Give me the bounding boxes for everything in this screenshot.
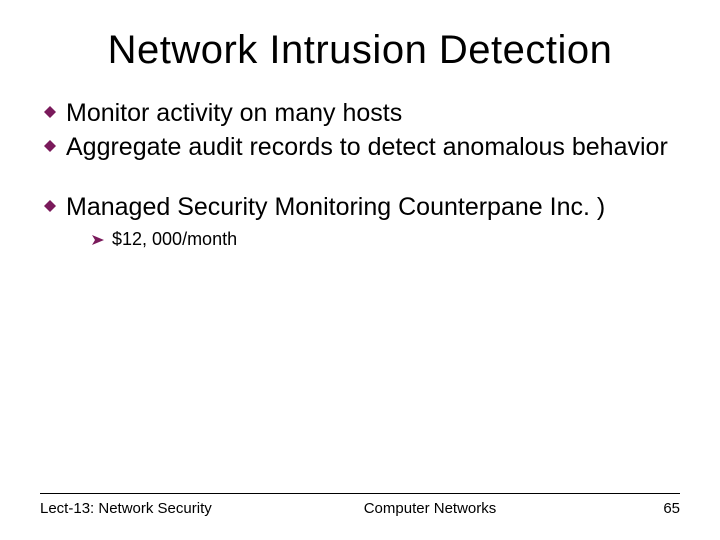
diamond-bullet-icon <box>44 131 66 152</box>
sub-bullet-item: $12, 000/month <box>44 229 680 250</box>
footer-divider <box>40 493 680 494</box>
bullet-text: Managed Security Monitoring Counterpane … <box>66 191 605 223</box>
slide-content: Monitor activity on many hosts Aggregate… <box>40 97 680 250</box>
footer-page-number: 65 <box>620 500 680 517</box>
sub-bullet-text: $12, 000/month <box>112 229 237 250</box>
bullet-item: Aggregate audit records to detect anomal… <box>44 131 680 163</box>
slide-title: Network Intrusion Detection <box>40 28 680 73</box>
footer-center: Computer Networks <box>240 500 620 517</box>
spacer <box>44 165 680 191</box>
bullet-text: Aggregate audit records to detect anomal… <box>66 131 668 163</box>
diamond-bullet-icon <box>44 191 66 212</box>
arrow-bullet-icon <box>92 229 112 246</box>
bullet-item: Managed Security Monitoring Counterpane … <box>44 191 680 223</box>
slide: Network Intrusion Detection Monitor acti… <box>0 0 720 540</box>
bullet-item: Monitor activity on many hosts <box>44 97 680 129</box>
footer-left: Lect-13: Network Security <box>40 500 240 518</box>
footer-row: Lect-13: Network Security Computer Netwo… <box>40 500 680 518</box>
slide-footer: Lect-13: Network Security Computer Netwo… <box>40 493 680 518</box>
diamond-bullet-icon <box>44 97 66 118</box>
bullet-text: Monitor activity on many hosts <box>66 97 402 129</box>
